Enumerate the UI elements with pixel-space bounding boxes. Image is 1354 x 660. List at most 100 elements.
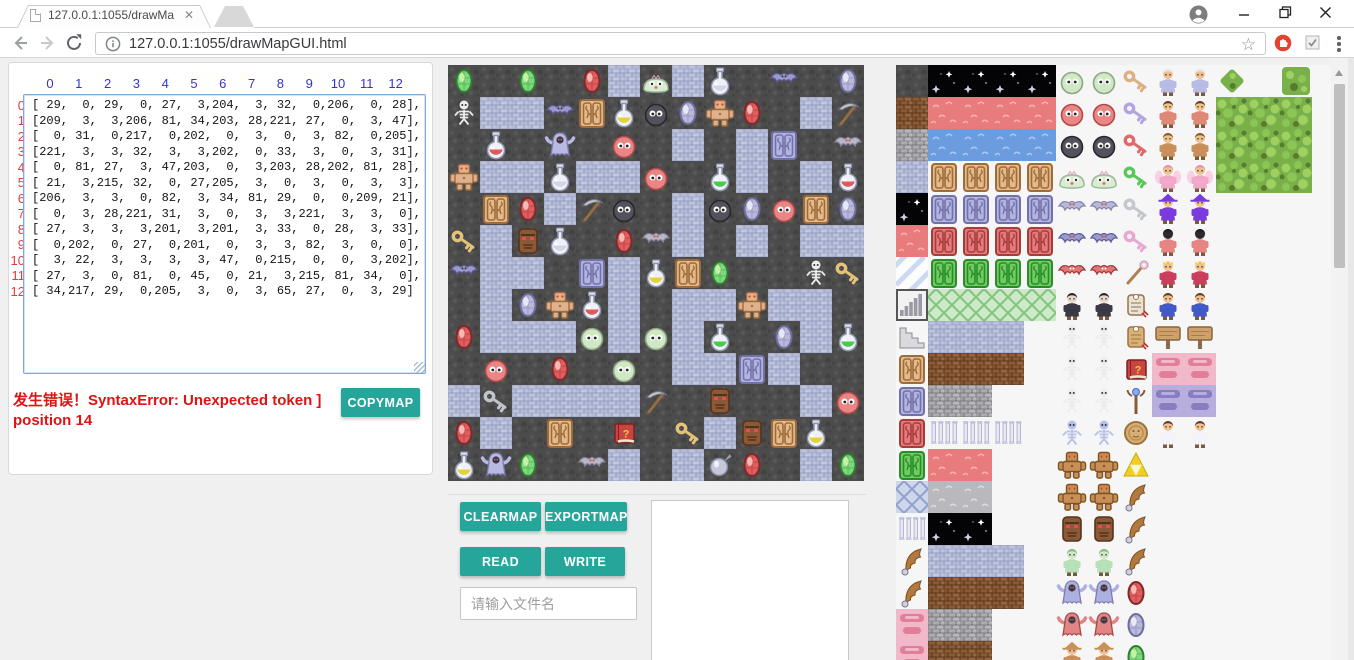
- palette-tile[interactable]: [1152, 321, 1184, 353]
- map-tile[interactable]: [576, 353, 608, 385]
- page-info-icon[interactable]: [105, 36, 121, 57]
- map-tile[interactable]: [576, 385, 608, 417]
- palette-tile[interactable]: [960, 289, 992, 321]
- new-tab-button[interactable]: [214, 6, 254, 27]
- map-tile[interactable]: [704, 385, 736, 417]
- map-tile[interactable]: [672, 417, 704, 449]
- map-tile[interactable]: [800, 193, 832, 225]
- map-tile[interactable]: [736, 257, 768, 289]
- palette-tile[interactable]: [1120, 481, 1152, 513]
- map-tile[interactable]: [640, 225, 672, 257]
- minimize-button[interactable]: [1233, 4, 1255, 24]
- map-tile[interactable]: ?: [608, 417, 640, 449]
- map-tile[interactable]: [608, 129, 640, 161]
- map-tile[interactable]: [640, 161, 672, 193]
- palette-tile[interactable]: [1056, 449, 1088, 481]
- palette-tile[interactable]: [992, 161, 1024, 193]
- palette-tile[interactable]: [1088, 97, 1120, 129]
- map-tile[interactable]: [448, 257, 480, 289]
- map-tile[interactable]: [512, 65, 544, 97]
- palette-tile[interactable]: [928, 257, 960, 289]
- palette-tile[interactable]: [1280, 129, 1312, 161]
- palette-tile[interactable]: [1056, 65, 1088, 97]
- exportmap-button[interactable]: EXPORTMAP: [545, 502, 627, 531]
- map-tile[interactable]: [512, 321, 544, 353]
- profile-avatar-icon[interactable]: [1189, 5, 1208, 24]
- map-tile[interactable]: [640, 257, 672, 289]
- map-tile[interactable]: [736, 417, 768, 449]
- map-tile[interactable]: [768, 417, 800, 449]
- palette-tile[interactable]: [1248, 129, 1280, 161]
- map-tile[interactable]: [704, 193, 736, 225]
- map-tile[interactable]: [672, 353, 704, 385]
- palette-tile[interactable]: [1088, 385, 1120, 417]
- palette-tile[interactable]: [928, 641, 960, 660]
- map-tile[interactable]: [768, 97, 800, 129]
- copymap-button[interactable]: COPYMAP: [341, 388, 420, 417]
- palette-tile[interactable]: [1088, 513, 1120, 545]
- bookmark-star-icon[interactable]: ☆: [1241, 34, 1256, 55]
- map-tile[interactable]: [832, 289, 864, 321]
- map-tile[interactable]: [480, 257, 512, 289]
- map-tile[interactable]: [832, 225, 864, 257]
- map-tile[interactable]: [544, 161, 576, 193]
- palette-tile[interactable]: [1120, 545, 1152, 577]
- palette-tile[interactable]: [928, 97, 960, 129]
- map-tile[interactable]: [672, 289, 704, 321]
- palette-tile[interactable]: [1024, 97, 1056, 129]
- palette-tile[interactable]: [960, 129, 992, 161]
- map-tile[interactable]: [544, 321, 576, 353]
- palette-tile[interactable]: [960, 321, 992, 353]
- map-tile[interactable]: [512, 97, 544, 129]
- palette-tile[interactable]: [1056, 545, 1088, 577]
- map-tile[interactable]: [448, 65, 480, 97]
- palette-tile[interactable]: [992, 257, 1024, 289]
- map-tile[interactable]: [640, 289, 672, 321]
- palette-tile[interactable]: [928, 609, 960, 641]
- palette-tile[interactable]: [1280, 65, 1312, 97]
- map-tile[interactable]: [672, 97, 704, 129]
- palette-tile[interactable]: [1088, 545, 1120, 577]
- palette-tile[interactable]: [928, 513, 960, 545]
- palette-tile[interactable]: [896, 417, 928, 449]
- palette-tile[interactable]: [1120, 385, 1152, 417]
- palette-tile[interactable]: [1088, 65, 1120, 97]
- map-tile[interactable]: [672, 449, 704, 481]
- map-tile[interactable]: [544, 129, 576, 161]
- palette-tile[interactable]: [928, 289, 960, 321]
- palette-tile[interactable]: [928, 417, 960, 449]
- map-tile[interactable]: [480, 385, 512, 417]
- palette-tile[interactable]: [1120, 289, 1152, 321]
- map-tile[interactable]: [576, 161, 608, 193]
- map-tile[interactable]: [704, 353, 736, 385]
- map-tile[interactable]: [704, 225, 736, 257]
- palette-tile[interactable]: [960, 257, 992, 289]
- palette-tile[interactable]: [1088, 449, 1120, 481]
- map-tile[interactable]: [576, 193, 608, 225]
- reload-icon[interactable]: [64, 33, 86, 55]
- restore-button[interactable]: [1274, 4, 1296, 24]
- palette-tile[interactable]: [992, 193, 1024, 225]
- palette-tile[interactable]: [928, 161, 960, 193]
- map-tile[interactable]: [544, 225, 576, 257]
- map-tile[interactable]: [544, 97, 576, 129]
- palette-tile[interactable]: [1120, 129, 1152, 161]
- map-tile[interactable]: [768, 257, 800, 289]
- map-tile[interactable]: [704, 129, 736, 161]
- palette-tile[interactable]: [1184, 257, 1216, 289]
- map-tile[interactable]: [768, 129, 800, 161]
- palette-tile[interactable]: [1120, 417, 1152, 449]
- map-tile[interactable]: [640, 65, 672, 97]
- palette-tile[interactable]: [960, 65, 992, 97]
- export-output[interactable]: [651, 500, 849, 660]
- map-tile[interactable]: [608, 449, 640, 481]
- map-tile[interactable]: [800, 257, 832, 289]
- palette-tile[interactable]: [896, 513, 928, 545]
- palette-tile[interactable]: [1088, 321, 1120, 353]
- palette-tile[interactable]: [896, 449, 928, 481]
- map-tile[interactable]: [800, 321, 832, 353]
- map-tile[interactable]: [480, 161, 512, 193]
- palette-tile[interactable]: [896, 289, 928, 321]
- palette-tile[interactable]: [1184, 129, 1216, 161]
- palette-tile[interactable]: [1216, 97, 1248, 129]
